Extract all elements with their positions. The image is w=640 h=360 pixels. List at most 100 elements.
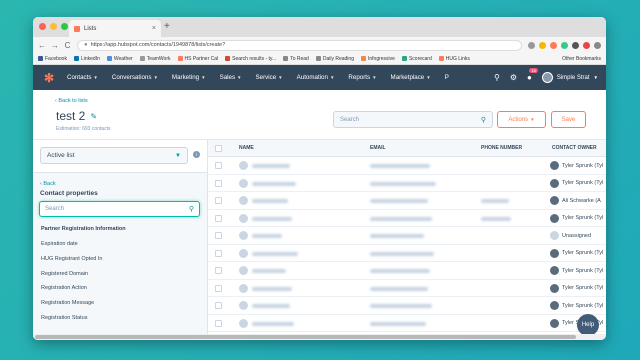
table-row[interactable]: Ali Schwarke (A bbox=[208, 192, 606, 210]
table-row[interactable]: Tyler Sprunk (Tyl bbox=[208, 245, 606, 262]
contacts-search-input[interactable]: Search ⚲ bbox=[333, 111, 493, 128]
table-row[interactable]: Unassigned bbox=[208, 227, 606, 245]
row-checkbox[interactable] bbox=[215, 249, 222, 257]
nav-item-marketing[interactable]: Marketing ▼ bbox=[172, 74, 206, 81]
zoom-icon[interactable] bbox=[528, 41, 535, 49]
save-button[interactable]: Save bbox=[551, 111, 586, 128]
row-checkbox[interactable] bbox=[215, 162, 222, 169]
profile-icon[interactable] bbox=[594, 41, 601, 49]
blurred-contact-name[interactable] bbox=[252, 269, 286, 273]
nav-item-contacts[interactable]: Contacts ▼ bbox=[67, 74, 98, 81]
table-row[interactable]: Tyler Sprunk (Tyl bbox=[208, 315, 606, 332]
contact-avatar bbox=[239, 301, 248, 310]
maximize-window-button[interactable] bbox=[61, 23, 68, 30]
tab-close-icon[interactable]: × bbox=[152, 25, 156, 32]
row-checkbox[interactable] bbox=[215, 197, 222, 204]
property-item[interactable]: Expiration date bbox=[41, 241, 207, 256]
bookmark-item[interactable]: Search results - ty... bbox=[225, 56, 276, 62]
row-checkbox[interactable] bbox=[215, 319, 222, 327]
blurred-contact-name[interactable] bbox=[252, 181, 296, 186]
blurred-contact-name[interactable] bbox=[252, 199, 288, 203]
star-icon[interactable] bbox=[539, 41, 546, 49]
other-bookmarks[interactable]: Other Bookmarks bbox=[562, 56, 601, 62]
minimize-window-button[interactable] bbox=[50, 23, 57, 30]
bookmark-item[interactable]: Scorecard bbox=[401, 56, 432, 62]
browser-tab[interactable]: Lists × bbox=[69, 20, 161, 37]
reload-icon[interactable]: C bbox=[64, 41, 71, 50]
property-item[interactable]: Registration Message bbox=[41, 300, 207, 315]
search-icon[interactable]: ⚲ bbox=[494, 73, 500, 82]
hubspot-logo-icon[interactable]: ✻ bbox=[41, 70, 57, 86]
bookmark-item[interactable]: To Read bbox=[283, 56, 309, 62]
bookmark-item[interactable]: Facebook bbox=[38, 56, 67, 62]
bookmark-item[interactable]: Infogressive bbox=[360, 56, 395, 62]
gear-icon[interactable]: ⚙ bbox=[510, 73, 517, 82]
property-item[interactable]: Registration Action bbox=[41, 285, 207, 300]
back-to-lists-link[interactable]: ‹ Back to lists bbox=[55, 98, 88, 104]
column-header-email[interactable]: EMAIL bbox=[370, 145, 386, 151]
bookmark-item[interactable]: Daily Reading bbox=[315, 56, 354, 62]
nav-item-conversations[interactable]: Conversations ▼ bbox=[112, 74, 158, 81]
bookmark-item[interactable]: Weather bbox=[106, 56, 133, 62]
property-item[interactable]: Registration Status bbox=[41, 315, 207, 330]
row-checkbox[interactable] bbox=[215, 179, 222, 187]
bell-icon[interactable]: ● 16 bbox=[527, 68, 538, 82]
select-all-checkbox[interactable] bbox=[215, 144, 222, 152]
pencil-icon[interactable]: ✎ bbox=[90, 112, 97, 121]
back-arrow-icon[interactable]: ← bbox=[38, 41, 46, 50]
nav-item-sales[interactable]: Sales ▼ bbox=[220, 74, 242, 81]
blurred-contact-name[interactable] bbox=[252, 304, 290, 308]
forward-arrow-icon[interactable]: → bbox=[51, 41, 59, 50]
blurred-contact-name[interactable] bbox=[252, 251, 298, 256]
nav-right-tools: ⚲ ⚙ ● 16 Simple Strat ▼ bbox=[494, 65, 598, 90]
column-header-owner[interactable]: CONTACT OWNER bbox=[552, 145, 597, 151]
nav-item-marketplace[interactable]: Marketplace ▼ bbox=[391, 74, 431, 81]
bookmark-item[interactable]: HUG Links bbox=[438, 56, 470, 62]
nav-item-automation[interactable]: Automation ▼ bbox=[297, 74, 335, 81]
bookmark-item[interactable]: HS Partner Cal bbox=[177, 56, 218, 62]
extension-icon[interactable] bbox=[550, 41, 557, 49]
property-search-placeholder: Search bbox=[45, 206, 65, 212]
property-item[interactable]: Registered Domain bbox=[41, 271, 207, 286]
table-row[interactable]: Tyler Sprunk (Tyl bbox=[208, 175, 606, 192]
new-tab-button[interactable]: + bbox=[164, 21, 170, 32]
table-row[interactable]: Tyler Sprunk (Tyl bbox=[208, 210, 606, 227]
panel-back-link[interactable]: ‹ Back bbox=[40, 181, 56, 187]
property-search-input[interactable]: Search ⚲ bbox=[39, 201, 200, 217]
property-item[interactable]: HUG Registrant Opted In bbox=[41, 256, 207, 271]
table-row[interactable]: Tyler Sprunk (Tyl bbox=[208, 262, 606, 280]
close-window-button[interactable] bbox=[39, 23, 46, 30]
nav-item-service[interactable]: Service ▼ bbox=[256, 74, 283, 81]
info-icon[interactable]: i bbox=[193, 151, 200, 158]
row-checkbox[interactable] bbox=[215, 214, 222, 222]
nav-item-reports[interactable]: Reports ▼ bbox=[348, 74, 376, 81]
row-checkbox[interactable] bbox=[215, 232, 222, 239]
column-header-phone[interactable]: PHONE NUMBER bbox=[481, 145, 522, 151]
actions-button[interactable]: Actions ▼ bbox=[497, 111, 546, 128]
table-row[interactable]: Tyler Sprunk (Tyl bbox=[208, 280, 606, 297]
row-checkbox[interactable] bbox=[215, 284, 222, 292]
blurred-contact-name[interactable] bbox=[252, 234, 282, 238]
blurred-contact-name[interactable] bbox=[252, 321, 294, 326]
contact-avatar bbox=[239, 178, 248, 188]
bookmark-item[interactable]: TeamWork bbox=[139, 56, 171, 62]
row-checkbox[interactable] bbox=[215, 267, 222, 274]
extension-icon[interactable] bbox=[572, 41, 579, 49]
hubspot-top-nav: ✻ Contacts ▼ Conversations ▼ Marketing ▼ Sales… bbox=[33, 65, 606, 90]
extension-icon[interactable] bbox=[561, 41, 568, 49]
horizontal-scrollbar[interactable] bbox=[33, 334, 606, 340]
url-field[interactable]: ● https://app.hubspot.com/contacts/19498… bbox=[77, 39, 522, 51]
account-menu[interactable]: Simple Strat ▼ bbox=[541, 72, 598, 83]
blurred-contact-name[interactable] bbox=[252, 286, 292, 291]
bookmark-item[interactable]: LinkedIn bbox=[73, 56, 100, 62]
row-checkbox[interactable] bbox=[215, 302, 222, 309]
extension-icon[interactable] bbox=[583, 41, 590, 49]
blurred-contact-name[interactable] bbox=[252, 164, 290, 168]
help-button[interactable]: Help bbox=[577, 314, 599, 336]
nav-item-p[interactable]: P bbox=[445, 74, 449, 81]
list-type-select[interactable]: Active list ▼ bbox=[40, 147, 188, 164]
blurred-contact-name[interactable] bbox=[252, 216, 292, 221]
column-header-name[interactable]: NAME bbox=[239, 145, 254, 151]
table-row[interactable]: Tyler Sprunk (Tyl bbox=[208, 297, 606, 315]
table-row[interactable]: Tyler Sprunk (Tyl bbox=[208, 157, 606, 175]
